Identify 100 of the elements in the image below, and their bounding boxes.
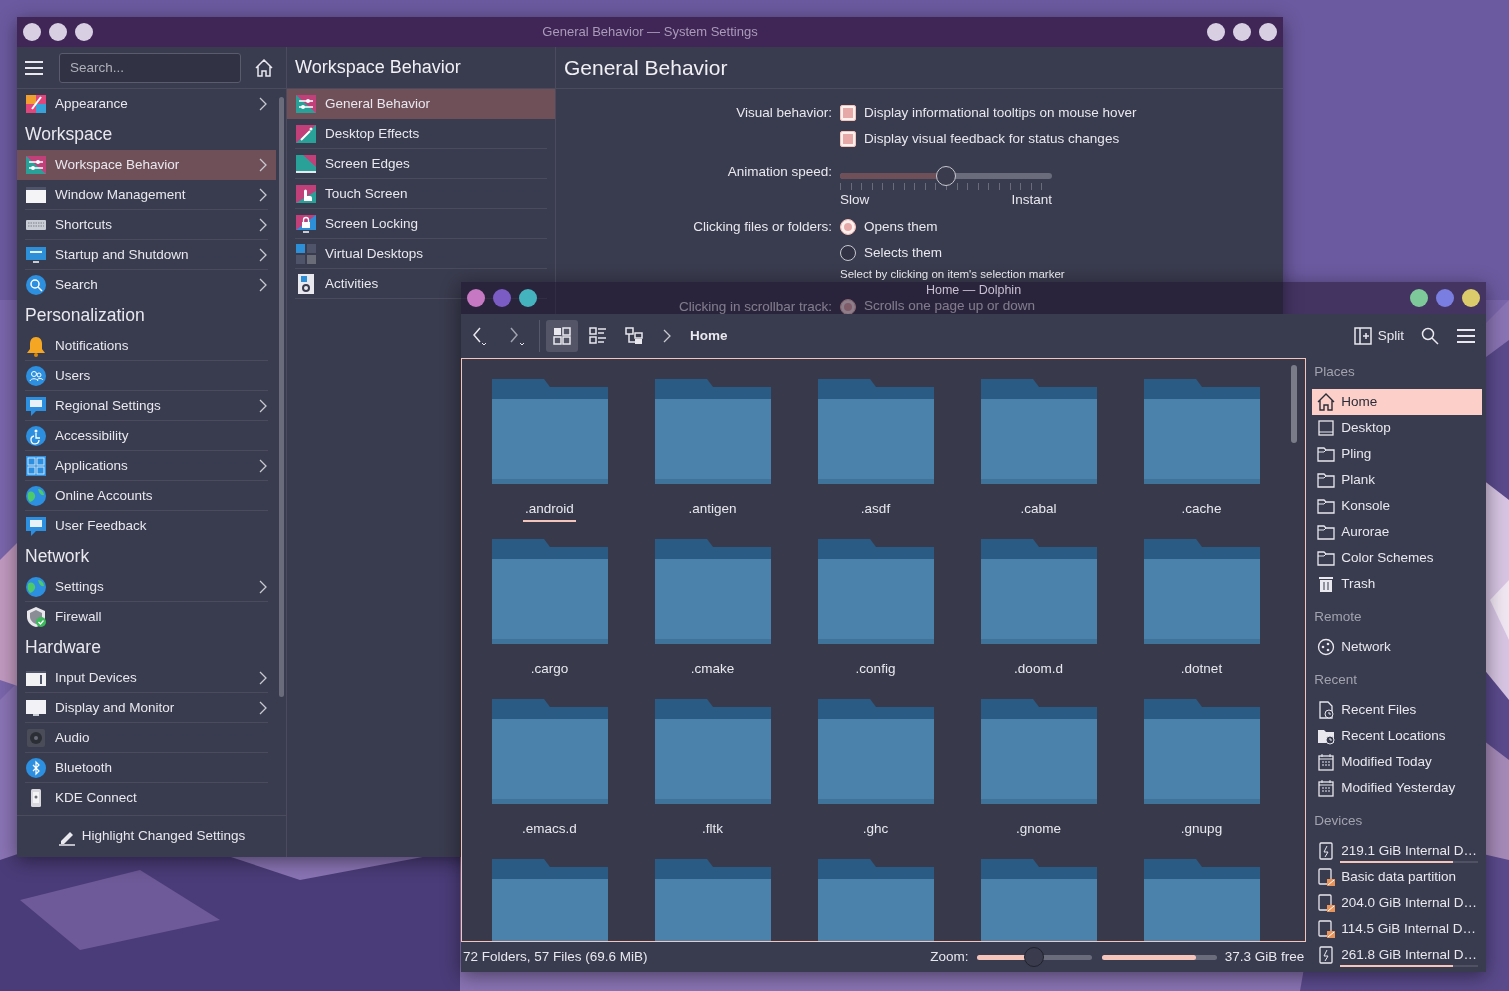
- places-item[interactable]: Color Schemes: [1312, 545, 1482, 571]
- sidebar-item[interactable]: Online Accounts: [17, 481, 276, 511]
- places-item[interactable]: 261.8 GiB Internal D…: [1312, 942, 1482, 968]
- split-button[interactable]: Split: [1347, 320, 1410, 352]
- folder-icon[interactable]: [491, 379, 608, 484]
- folder-icon[interactable]: [1143, 379, 1260, 484]
- folder-icon[interactable]: [817, 539, 934, 644]
- search-field[interactable]: Search...: [59, 52, 241, 83]
- subpage-item[interactable]: Touch Screen: [287, 179, 555, 209]
- folder-icon[interactable]: [654, 699, 771, 804]
- view-mode-button[interactable]: [546, 320, 578, 352]
- sidebar-item[interactable]: Firewall: [17, 602, 276, 632]
- places-item[interactable]: Modified Today: [1312, 749, 1482, 775]
- radio-button[interactable]: [840, 245, 856, 262]
- file-name[interactable]: .antigen: [686, 499, 739, 523]
- places-item[interactable]: 114.5 GiB Internal D…: [1312, 916, 1482, 942]
- sidebar-item[interactable]: Audio: [17, 723, 276, 753]
- folder-icon[interactable]: [1143, 859, 1260, 941]
- folder-icon[interactable]: [980, 539, 1097, 644]
- scrollbar-thumb[interactable]: [278, 97, 284, 697]
- folder-icon[interactable]: [817, 859, 934, 941]
- window-button[interactable]: [49, 23, 67, 41]
- subpage-item[interactable]: General Behavior: [287, 89, 555, 119]
- checkbox[interactable]: [840, 131, 856, 147]
- window-button[interactable]: [1259, 23, 1277, 41]
- places-item[interactable]: Modified Yesterday: [1312, 775, 1482, 801]
- sidebar-item[interactable]: Regional Settings: [17, 391, 276, 421]
- highlight-button[interactable]: Highlight Changed Settings: [49, 822, 254, 851]
- sidebar-item[interactable]: Window Management: [17, 180, 276, 210]
- breadcrumb-link[interactable]: Home: [684, 324, 734, 348]
- places-item[interactable]: Plank: [1312, 467, 1482, 493]
- file-name[interactable]: .gnupg: [1178, 819, 1225, 843]
- places-item[interactable]: Aurorae: [1312, 519, 1482, 545]
- sidebar-item[interactable]: Settings: [17, 572, 276, 602]
- folder-icon[interactable]: [817, 379, 934, 484]
- sidebar-item[interactable]: Applications: [17, 451, 276, 481]
- file-name[interactable]: .cmake: [688, 659, 737, 683]
- slider-handle[interactable]: [1024, 947, 1045, 967]
- subpage-item[interactable]: Activities: [287, 269, 555, 299]
- file-name[interactable]: .gnome: [1014, 819, 1063, 843]
- menu-icon[interactable]: [25, 60, 43, 75]
- folder-icon[interactable]: [491, 699, 608, 804]
- folder-icon[interactable]: [491, 539, 608, 644]
- radio-button[interactable]: [840, 219, 856, 236]
- file-name[interactable]: .emacs.d: [520, 819, 579, 843]
- sidebar-item[interactable]: Search: [17, 270, 276, 300]
- places-item[interactable]: Trash: [1312, 571, 1482, 597]
- window-button[interactable]: [1462, 289, 1480, 307]
- file-name[interactable]: .config: [853, 659, 898, 683]
- folder-icon[interactable]: [980, 859, 1097, 941]
- file-name[interactable]: .android: [523, 499, 576, 523]
- folder-icon[interactable]: [1143, 539, 1260, 644]
- file-name[interactable]: .doom.d: [1012, 659, 1065, 683]
- window-button[interactable]: [1207, 23, 1225, 41]
- places-item[interactable]: 219.1 GiB Internal D…: [1312, 838, 1482, 864]
- sidebar-item[interactable]: KDE Connect: [17, 783, 276, 813]
- sidebar-item[interactable]: Accessibility: [17, 421, 276, 451]
- slider-track[interactable]: [840, 166, 1052, 186]
- places-item[interactable]: Desktop: [1312, 415, 1482, 441]
- folder-icon[interactable]: [654, 859, 771, 941]
- sidebar-item[interactable]: Bluetooth: [17, 753, 276, 783]
- file-name[interactable]: .cabal: [1018, 499, 1059, 523]
- folder-icon[interactable]: [654, 539, 771, 644]
- places-item[interactable]: Pling: [1312, 441, 1482, 467]
- window-button[interactable]: [1233, 23, 1251, 41]
- sidebar-item[interactable]: Shortcuts: [17, 210, 276, 240]
- window-button[interactable]: [23, 23, 41, 41]
- zoom-slider[interactable]: [976, 947, 1092, 967]
- radio-button[interactable]: [840, 298, 856, 315]
- folder-icon[interactable]: [491, 859, 608, 941]
- folder-icon[interactable]: [980, 379, 1097, 484]
- sidebar-item[interactable]: Input Devices: [17, 663, 276, 693]
- places-item[interactable]: Network: [1312, 634, 1482, 660]
- file-name[interactable]: .asdf: [858, 499, 893, 523]
- scrollbar-thumb[interactable]: [1291, 365, 1298, 443]
- folder-icon[interactable]: [980, 699, 1097, 804]
- sidebar-item[interactable]: Users: [17, 361, 276, 391]
- places-item[interactable]: Recent Locations: [1312, 723, 1482, 749]
- sidebar-item[interactable]: Workspace Behavior: [17, 150, 276, 180]
- file-name[interactable]: .fltk: [700, 819, 725, 843]
- folder-icon[interactable]: [817, 699, 934, 804]
- file-name[interactable]: .cache: [1179, 499, 1224, 523]
- places-item[interactable]: Home: [1312, 389, 1482, 415]
- sidebar-item[interactable]: Notifications: [17, 331, 276, 361]
- window-button[interactable]: [75, 23, 93, 41]
- places-item[interactable]: Basic data partition: [1312, 864, 1482, 890]
- sidebar-item[interactable]: User Feedback: [17, 511, 276, 541]
- sidebar-item[interactable]: Startup and Shutdown: [17, 240, 276, 270]
- places-item[interactable]: Recent Files: [1312, 697, 1482, 723]
- file-name[interactable]: .dotnet: [1178, 659, 1225, 683]
- subpage-item[interactable]: Desktop Effects: [287, 119, 555, 149]
- subpage-item[interactable]: Screen Edges: [287, 149, 555, 179]
- folder-icon[interactable]: [1143, 699, 1260, 804]
- file-name[interactable]: .ghc: [860, 819, 891, 843]
- folder-icon[interactable]: [654, 379, 771, 484]
- sidebar-item[interactable]: Display and Monitor: [17, 693, 276, 723]
- places-item[interactable]: Konsole: [1312, 493, 1482, 519]
- home-icon[interactable]: [255, 58, 273, 77]
- subpage-item[interactable]: Screen Locking: [287, 209, 555, 239]
- places-item[interactable]: 204.0 GiB Internal D…: [1312, 890, 1482, 916]
